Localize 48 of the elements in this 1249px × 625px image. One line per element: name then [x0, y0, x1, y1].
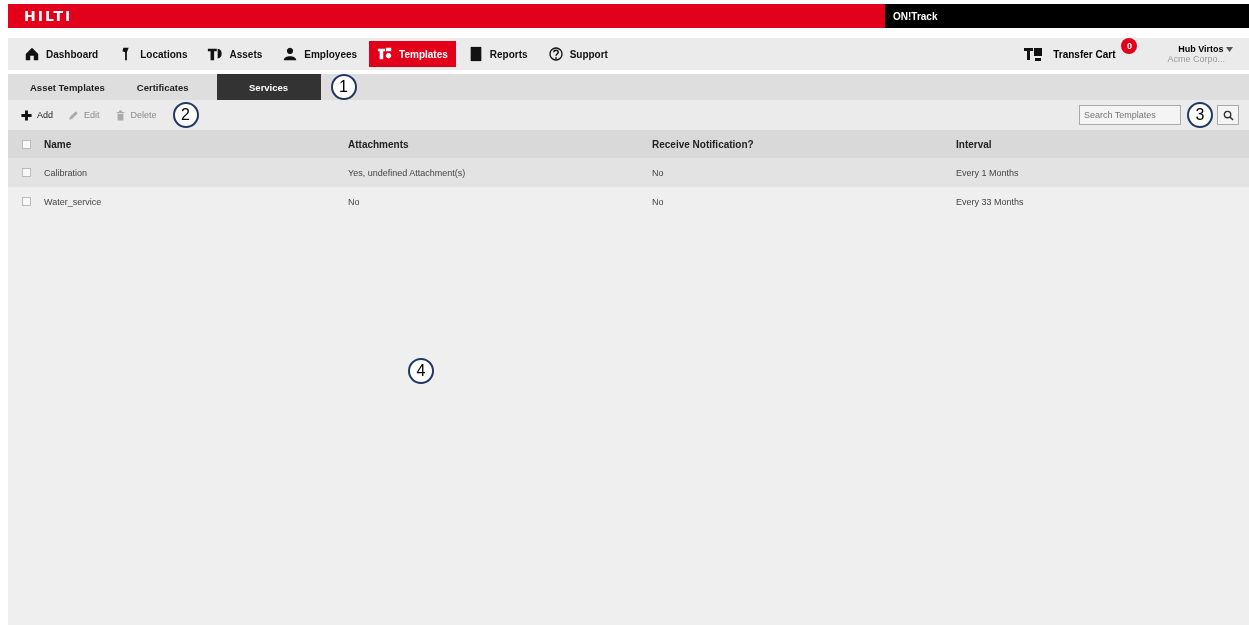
pencil-icon: [67, 108, 80, 122]
template-icon: [377, 46, 394, 62]
nav-tab[interactable]: Support: [539, 41, 616, 67]
table-cell-text: Every 33 Months: [956, 196, 1025, 207]
sub-tab[interactable]: Services: [216, 74, 321, 100]
nav-tab[interactable]: Dashboard: [16, 41, 107, 67]
user-menu[interactable]: Hub Virtos Acme Corpo...: [1161, 43, 1239, 65]
search-button[interactable]: [1217, 105, 1239, 125]
column-header[interactable]: Interval: [956, 138, 1249, 150]
column-header[interactable]: Attachments: [348, 138, 652, 150]
search-icon: [1222, 109, 1234, 121]
person-icon: [282, 46, 299, 62]
plus-icon: [20, 108, 33, 122]
toolbar-button[interactable]: Add: [16, 108, 57, 122]
table-cell-text: No: [348, 196, 361, 207]
sub-tab[interactable]: Certificates: [122, 74, 203, 100]
sub-tab[interactable]: Asset Templates: [16, 74, 119, 100]
row-checkbox[interactable]: [22, 197, 31, 206]
table-cell-text: Water_service: [44, 196, 103, 207]
callout-number: 3: [1187, 102, 1213, 128]
table-row[interactable]: Water_service No No Every 33 Months: [8, 187, 1249, 216]
callout-number: 2: [172, 102, 199, 128]
row-checkbox[interactable]: [22, 168, 31, 177]
table-cell-text: Yes, undefined Attachment(s): [348, 167, 467, 178]
nav-tab[interactable]: Employees: [274, 41, 366, 67]
table-cell-text: Every 1 Months: [956, 167, 1020, 178]
help-icon: [547, 46, 564, 62]
column-header[interactable]: Receive Notification?: [652, 138, 956, 150]
app-name: ON!Track: [892, 10, 938, 22]
callout-number: 1: [330, 74, 357, 100]
table-cell-text: No: [652, 196, 665, 207]
search-field[interactable]: Search Templates: [1079, 105, 1181, 125]
cart-count-badge: 0: [1121, 38, 1138, 54]
caret-icon: [1226, 47, 1233, 52]
nav-tab[interactable]: Assets: [199, 41, 271, 67]
table-cell-text: Calibration: [44, 167, 89, 178]
table-row[interactable]: Calibration Yes, undefined Attachment(s) No Every 1 Months: [8, 158, 1249, 187]
nav-tab[interactable]: Templates: [369, 41, 456, 67]
column-header[interactable]: Name: [44, 138, 348, 150]
logo: HILTI: [23, 8, 73, 24]
home-icon: [24, 46, 40, 62]
transfer-cart-button[interactable]: Transfer Cart: [1017, 45, 1122, 63]
nav-tab[interactable]: Reports: [459, 41, 536, 67]
tool-icon: [207, 46, 224, 62]
nav-tab[interactable]: Locations: [110, 41, 196, 67]
callout-number: 4: [408, 358, 434, 384]
select-all-checkbox[interactable]: [22, 139, 31, 149]
table-cell-text: No: [652, 167, 665, 178]
